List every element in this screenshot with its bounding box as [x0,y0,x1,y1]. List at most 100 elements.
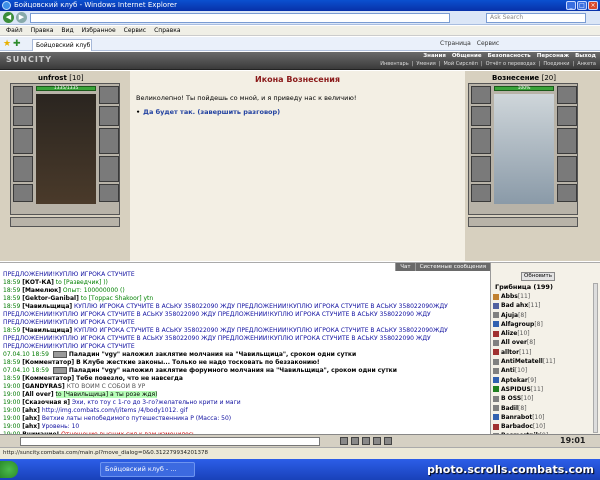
online-user[interactable]: Anti[10] [493,366,593,375]
online-user[interactable]: ASPIDUS[11] [493,385,593,394]
online-user[interactable]: Abbs[11] [493,292,593,301]
online-user[interactable]: Alize[10] [493,329,593,338]
menu-tools[interactable]: Сервис [124,26,146,35]
tab-chat[interactable]: Чат [395,263,415,271]
search-input[interactable]: Ask Search [486,13,586,23]
user-name[interactable]: Barbadoc [501,423,533,430]
online-user[interactable]: Alfagroup[8] [493,320,593,329]
slot-armor[interactable] [13,156,33,182]
npc-slot-armor[interactable] [471,156,491,182]
user-name[interactable]: Ajuja [501,312,518,319]
link-knowledge[interactable]: Знания [423,53,446,60]
online-user[interactable]: B OSS[10] [493,394,593,403]
slot-belt[interactable] [13,184,33,202]
clear-icon[interactable] [351,437,359,445]
user-name[interactable]: Badil [501,405,518,412]
user-name[interactable]: Bad ahx [501,302,528,309]
chat-nick[interactable]: [All over] [22,391,53,398]
user-name[interactable]: All over [501,339,527,346]
link-exit[interactable]: Выход [575,53,596,60]
chat-nick[interactable]: [Чавильщица] [22,303,72,310]
translit-icon[interactable] [384,437,392,445]
chat-nick[interactable]: [ahx] [22,407,40,414]
link-my[interactable]: Мой Сирслёп [443,61,477,68]
user-name[interactable]: Banrabot [501,414,532,421]
menu-help[interactable]: Справка [154,26,180,35]
slot-weapon[interactable] [13,128,33,154]
filter-icon[interactable] [362,437,370,445]
online-user[interactable]: All over[8] [493,338,593,347]
dialog-answer-link[interactable]: • Да будет так. (завершить разговор) [136,108,280,116]
chat-nick[interactable]: [Gektor-Ganibal] [22,295,79,302]
user-name[interactable]: Alize [501,330,517,337]
online-user[interactable]: Badil[8] [493,404,593,413]
taskbar-item[interactable]: Бойцовский клуб - ... [100,462,195,477]
minimize-button[interactable]: _ [566,1,576,10]
slot-amulet[interactable] [13,106,33,126]
menu-file[interactable]: Файл [6,26,23,35]
user-name[interactable]: Alfagroup [501,321,534,328]
chat-input[interactable] [20,437,320,446]
add-favorite-icon[interactable]: ✚ [13,39,21,49]
npc-slot-legs[interactable] [557,156,577,182]
link-security[interactable]: Безопасность [488,53,531,60]
online-scrollbar[interactable] [593,283,598,433]
slot-shield[interactable] [99,128,119,154]
online-user[interactable]: Bad ahx[11] [493,301,593,310]
chat-nick[interactable]: [ahx] [22,423,40,430]
close-button[interactable]: × [588,1,598,10]
npc-slot-amulet[interactable] [471,106,491,126]
maximize-button[interactable]: □ [577,1,587,10]
link-fights[interactable]: Поединки [543,61,569,68]
chat-nick[interactable]: [Комментатор] [22,375,74,382]
slot-earrings[interactable] [99,86,119,104]
chat-nick[interactable]: [Сказочная я] [22,399,70,406]
link-character[interactable]: Персонаж [537,53,569,60]
favorites-star-icon[interactable]: ★ [3,39,11,49]
link-transfers[interactable]: Отчёт о переводах [486,61,536,68]
user-name[interactable]: ASPIDUS [501,386,531,393]
link-profile[interactable]: Анкета [577,61,596,68]
chat-nick[interactable]: [Комментатор] [22,359,74,366]
tools-menu[interactable]: Сервис [477,40,499,48]
link-inventory[interactable]: Инвентарь [380,61,408,68]
menu-edit[interactable]: Правка [31,26,54,35]
chat-nick[interactable]: [Мамелюк] [22,287,61,294]
online-user[interactable]: Barbadoc[10] [493,422,593,431]
menu-favorites[interactable]: Избранное [82,26,116,35]
chat-nick[interactable]: [Чавильщица] [22,327,72,334]
online-user[interactable]: Banrabot[10] [493,413,593,422]
user-name[interactable]: Aptekar [501,377,528,384]
slot-helmet[interactable] [13,86,33,104]
back-button[interactable]: ◀ [3,12,14,23]
link-communication[interactable]: Общение [452,53,482,60]
npc-slot-earrings[interactable] [557,86,577,104]
user-name[interactable]: Abbs [501,293,518,300]
chat-nick[interactable]: [ahx] [22,415,40,422]
menu-view[interactable]: Вид [61,26,73,35]
npc-slot-weapon[interactable] [471,128,491,154]
slot-boots[interactable] [99,184,119,202]
chat-nick[interactable]: [GANDYRAS] [22,383,65,390]
npc-slot-belt[interactable] [471,184,491,202]
online-user[interactable]: alltor[11] [493,348,593,357]
tab-system-messages[interactable]: Системные сообщения [414,263,490,271]
slot-legs[interactable] [99,156,119,182]
npc-slot-helmet[interactable] [471,86,491,104]
user-name[interactable]: AntiMetatell [501,358,543,365]
settings-icon[interactable] [373,437,381,445]
user-name[interactable]: alltor [501,349,519,356]
slot-gloves[interactable] [99,106,119,126]
online-user[interactable]: AntiMetatell[11] [493,357,593,366]
user-name[interactable]: Anti [501,367,515,374]
url-input[interactable] [30,13,450,23]
npc-slot-gloves[interactable] [557,106,577,126]
online-user[interactable]: Ajuja[8] [493,311,593,320]
link-skills[interactable]: Умения [416,61,435,68]
online-user[interactable]: Aptekar[9] [493,376,593,385]
smiles-icon[interactable] [340,437,348,445]
forward-button[interactable]: ▶ [16,12,27,23]
page-menu[interactable]: Страница [440,40,471,48]
start-button[interactable] [0,461,18,478]
chat-nick[interactable]: [КОТ-КА] [22,279,54,286]
